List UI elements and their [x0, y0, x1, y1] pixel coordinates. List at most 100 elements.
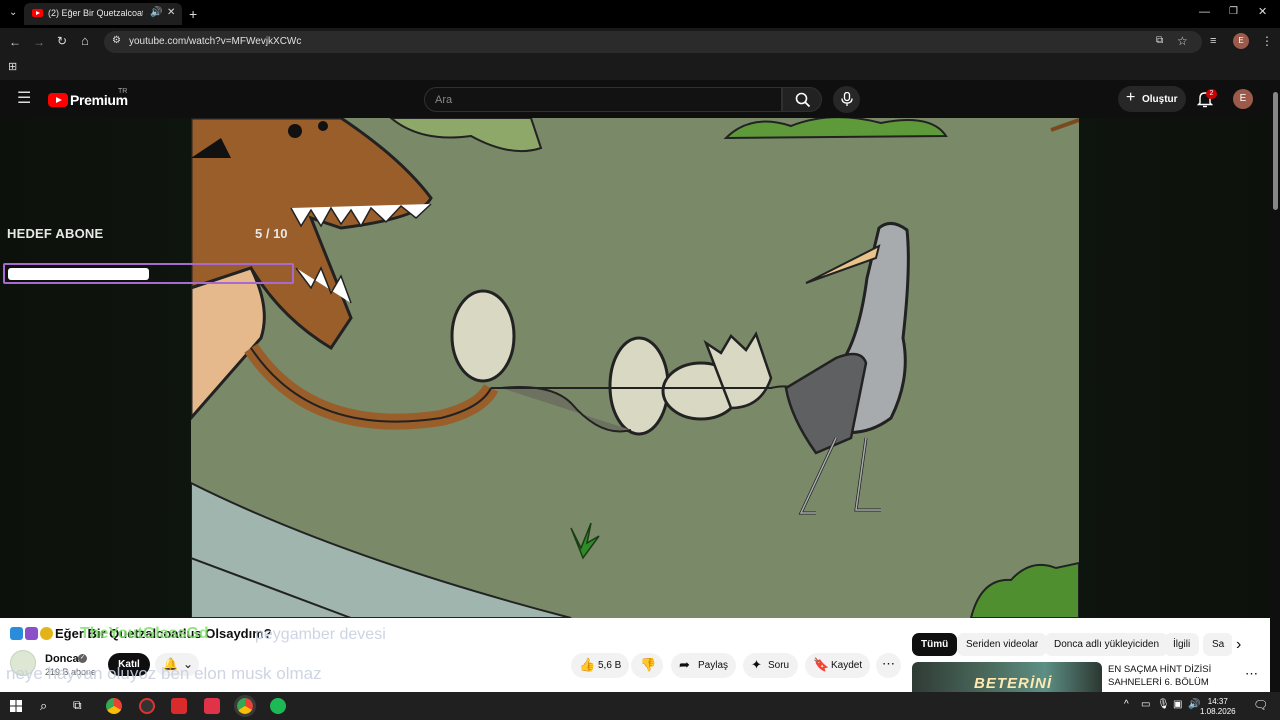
chip-uploader[interactable]: Donca adlı yükleyiciden	[1045, 633, 1169, 656]
create-label: Oluştur	[1142, 94, 1178, 105]
bookmark-star-icon[interactable]: ☆	[1177, 35, 1188, 47]
search-box[interactable]	[424, 87, 782, 112]
windows-start-icon[interactable]	[10, 700, 22, 712]
youtube-favicon-icon	[32, 9, 43, 17]
share-button[interactable]: ➦ Paylaş	[671, 653, 736, 678]
sparkle-icon: ✦	[751, 657, 762, 672]
plus-icon: +	[1126, 89, 1136, 106]
voice-search-button[interactable]	[833, 86, 860, 113]
chrome-profile-avatar[interactable]: E	[1233, 33, 1249, 49]
window-close-icon[interactable]: ✕	[1258, 7, 1267, 18]
cube-emoji-icon	[10, 627, 23, 640]
goal-progress-fill	[8, 268, 149, 280]
goal-count: 5 / 10	[255, 226, 288, 241]
chrome-menu-icon[interactable]: ⋮	[1261, 35, 1273, 47]
browser-tab-bar: ⌄ (2) Eğer Bir Quetzalcoatlus 🔊 ✕ + — ❐ …	[0, 0, 1280, 28]
bookmarks-bar: ⊞	[0, 56, 1280, 80]
ask-label: Soru	[768, 660, 790, 671]
page-scrollbar[interactable]	[1270, 80, 1280, 692]
account-avatar[interactable]: E	[1233, 89, 1253, 109]
notification-badge: 2	[1206, 89, 1217, 99]
chip-related[interactable]: İlgili	[1164, 633, 1200, 656]
app-pink-taskbar-icon[interactable]	[204, 698, 220, 714]
goal-title: HEDEF ABONE	[7, 226, 104, 241]
tray-network-icon[interactable]: ▣	[1173, 700, 1182, 710]
more-actions-button[interactable]: ⋯	[876, 653, 901, 678]
app-red-taskbar-icon[interactable]	[171, 698, 187, 714]
thumbs-up-icon: 👍	[579, 657, 596, 672]
taskbar-search-icon[interactable]: ⌕	[40, 699, 47, 712]
clock-date: 1.08.2026	[1200, 707, 1236, 716]
chat-overlay-message-2: neye hayvan oluyoz ben elon musk olmaz	[6, 664, 322, 683]
minimize-icon[interactable]: —	[1199, 7, 1210, 18]
url-text: youtube.com/watch?v=MFWevjkXCWc	[129, 36, 302, 47]
coin-emoji-icon	[40, 627, 53, 640]
home-icon[interactable]: ⌂	[81, 34, 89, 47]
search-icon	[795, 92, 811, 108]
chip-next-icon[interactable]: ›	[1236, 636, 1241, 654]
clock-time: 14:37	[1207, 697, 1228, 706]
back-icon[interactable]: ←	[9, 36, 21, 48]
chip-series[interactable]: Seriden videolar	[957, 633, 1048, 656]
taskbar-clock[interactable]: 14:37 1.08.2026	[1200, 697, 1236, 717]
ask-button[interactable]: ✦ Soru	[743, 653, 798, 678]
create-button[interactable]: + Oluştur	[1118, 86, 1186, 112]
recommendation-title[interactable]: EN SAÇMA HİNT DİZİSİ SAHNELERİ 6. BÖLÜM	[1108, 663, 1238, 689]
tab-search-icon[interactable]: ⌄	[9, 8, 17, 18]
windows-taskbar: ⌕ ⧉ ^ ▭ 🎙 ▣ 🔊 14:37 1.08.2026 🗨	[0, 692, 1280, 720]
recommendation-more-icon[interactable]: ⋯	[1245, 666, 1258, 682]
site-info-icon[interactable]: ⚙	[112, 36, 121, 46]
tray-chevron-icon[interactable]: ^	[1124, 700, 1129, 710]
notification-center-icon[interactable]: 🗨	[1253, 699, 1268, 711]
logo-region: TR	[118, 88, 128, 95]
media-control-icon[interactable]: ≡	[1210, 36, 1216, 47]
recommendation-thumbnail[interactable]: BETERİNİ	[912, 662, 1102, 692]
like-button[interactable]: 👍 5,6 B	[571, 653, 629, 678]
save-button[interactable]: 🔖 Kaydet	[805, 653, 870, 678]
microphone-icon	[841, 92, 853, 106]
related-chips: Tümü Seriden videolar Donca adlı yükleyi…	[912, 633, 1232, 656]
bookmark-icon: 🔖	[813, 657, 830, 672]
verified-check-icon: ✓	[78, 654, 87, 663]
forward-icon[interactable]: →	[33, 36, 45, 48]
task-view-icon[interactable]: ⧉	[73, 699, 82, 711]
chat-overlay-message-1: peygamber devesi	[255, 626, 386, 643]
youtube-logo-icon[interactable]	[48, 93, 68, 107]
browser-toolbar: ← → ↻ ⌂ ⚙ youtube.com/watch?v=MFWevjkXCW…	[0, 28, 1280, 56]
address-bar[interactable]: ⚙ youtube.com/watch?v=MFWevjkXCWc ⧉ ☆	[104, 31, 1202, 53]
youtube-header: ☰ Premium TR + Oluştur 2 E	[0, 80, 1270, 118]
search-button[interactable]	[782, 87, 822, 112]
tray-volume-icon[interactable]: 🔊	[1188, 700, 1200, 710]
dislike-button[interactable]: 👎	[631, 653, 663, 678]
chat-overlay-name: TheYoutGlassGd	[80, 625, 209, 642]
chrome-taskbar-icon[interactable]	[106, 698, 122, 714]
tray-mic-icon[interactable]: 🎙	[1157, 700, 1170, 710]
hamburger-menu-icon[interactable]: ☰	[17, 91, 31, 107]
obs-taskbar-icon[interactable]	[139, 698, 155, 714]
chrome-active-taskbar-icon[interactable]	[234, 695, 256, 717]
tab-close-icon[interactable]: ✕	[167, 8, 175, 18]
share-label: Paylaş	[698, 660, 729, 671]
reload-icon[interactable]: ↻	[57, 35, 67, 47]
goal-progress-bar	[3, 263, 294, 284]
like-count: 5,6 B	[598, 660, 622, 671]
new-tab-icon[interactable]: +	[189, 7, 197, 21]
more-horizontal-icon: ⋯	[882, 656, 895, 671]
video-frame[interactable]	[191, 118, 1079, 618]
tab-title: (2) Eğer Bir Quetzalcoatlus	[48, 8, 143, 18]
browser-tab[interactable]: (2) Eğer Bir Quetzalcoatlus 🔊 ✕	[24, 3, 182, 25]
chip-recent[interactable]: Sa	[1203, 633, 1232, 656]
tray-display-icon[interactable]: ▭	[1141, 700, 1150, 710]
save-label: Kaydet	[831, 660, 863, 671]
thumbnail-text: BETERİNİ	[974, 675, 1053, 692]
apps-grid-icon[interactable]: ⊞	[8, 62, 17, 73]
scrollbar-thumb[interactable]	[1273, 92, 1278, 210]
spotify-taskbar-icon[interactable]	[270, 698, 286, 714]
chip-all[interactable]: Tümü	[912, 633, 958, 656]
speaker-icon[interactable]: 🔊	[150, 8, 162, 18]
search-input[interactable]	[435, 92, 765, 108]
cartoon-scene	[191, 118, 1079, 618]
install-app-icon[interactable]: ⧉	[1156, 36, 1163, 46]
share-icon: ➦	[679, 657, 690, 672]
restore-icon[interactable]: ❐	[1229, 7, 1238, 17]
